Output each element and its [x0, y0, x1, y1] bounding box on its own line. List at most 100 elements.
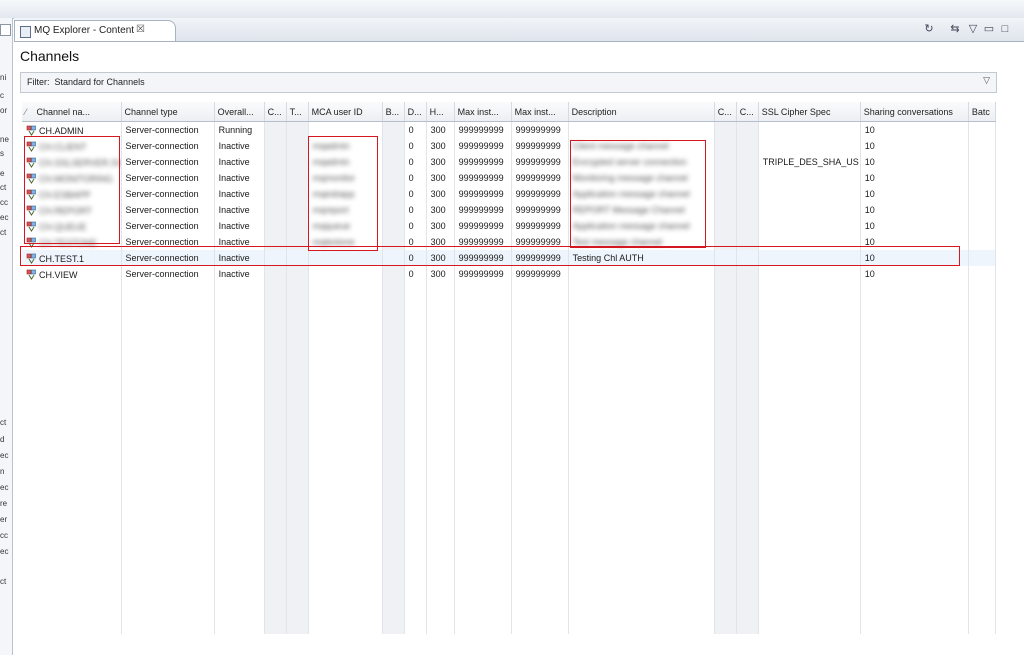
column-header[interactable]: C... — [714, 102, 737, 122]
column-header[interactable]: C... — [736, 102, 759, 122]
cell-empty — [714, 394, 737, 410]
table-row[interactable]: CH.ESBAPP Server-connection Inactive mqesba… — [22, 186, 997, 202]
cell-empty — [121, 330, 215, 346]
cell-empty — [264, 170, 287, 186]
cell-empty — [404, 330, 427, 346]
cell-text: 300 — [430, 253, 446, 263]
cell-empty — [286, 266, 309, 282]
cell-empty — [968, 570, 997, 586]
table-row[interactable]: CH.VIEW Server-connection Inactive 0 300 9999… — [22, 266, 997, 282]
cell-empty — [264, 250, 287, 266]
cell-empty — [22, 554, 122, 570]
cell-empty — [511, 330, 569, 346]
cell-empty — [382, 170, 405, 186]
column-header[interactable]: H... — [426, 102, 455, 122]
column-header[interactable]: SSL Cipher Spec — [758, 102, 861, 122]
cell-empty — [404, 458, 427, 474]
cell-empty — [568, 426, 715, 442]
cell-ssl — [758, 218, 861, 234]
cell-empty — [308, 554, 383, 570]
cell-empty — [121, 378, 215, 394]
cell-empty — [22, 522, 122, 538]
column-header[interactable]: C... — [264, 102, 287, 122]
filter-label: Filter: — [27, 77, 50, 87]
cell-empty — [454, 458, 512, 474]
cell-empty — [714, 186, 737, 202]
table-row[interactable]: CH.TEST.1 Server-connection Inactive 0 300 99… — [22, 250, 997, 266]
cell-empty — [308, 394, 383, 410]
table-row[interactable]: CH.CLIENT Server-connection Inactive mqadmi… — [22, 138, 997, 154]
column-header[interactable]: Channel type — [121, 102, 215, 122]
cell-mca — [308, 121, 383, 138]
cell-empty — [426, 330, 455, 346]
column-header[interactable]: Max inst... — [454, 102, 512, 122]
column-header[interactable]: ⁄ Channel na... — [22, 102, 122, 122]
minimize-icon[interactable]: ▭ — [982, 22, 996, 36]
cell-empty — [308, 330, 383, 346]
column-header[interactable]: B... — [382, 102, 405, 122]
table-row[interactable]: CH.TESTONE Server-connection Inactive mqtes… — [22, 234, 997, 250]
empty-row — [22, 394, 997, 410]
empty-row — [22, 458, 997, 474]
collapse-icon[interactable]: ⇆ — [948, 22, 962, 36]
cell-empty — [860, 538, 969, 554]
filter-bar[interactable]: Filter: Standard for Channels ▽ — [20, 72, 997, 93]
cell-empty — [264, 522, 287, 538]
column-header[interactable]: T... — [286, 102, 309, 122]
empty-row — [22, 570, 997, 586]
column-header[interactable]: D... — [404, 102, 427, 122]
tab-mq-explorer-content[interactable]: MQ Explorer - Content ☒ — [14, 20, 176, 41]
cell-text: 999999999 — [515, 141, 561, 151]
cell-empty — [454, 618, 512, 634]
cell-name: CH.TESTONE — [22, 234, 122, 250]
cell-max1: 999999999 — [454, 202, 512, 218]
cell-empty — [264, 154, 287, 170]
cell-text: Server-connection — [125, 173, 199, 183]
cell-empty — [308, 298, 383, 314]
cell-d: 0 — [404, 202, 427, 218]
cell-max2: 999999999 — [511, 186, 569, 202]
cell-empty — [121, 394, 215, 410]
cell-share: 10 — [860, 170, 969, 186]
view-menu-icon[interactable]: ▽ — [966, 22, 980, 36]
table-row[interactable]: CH.MONITORING Server-connection Inactive mq… — [22, 170, 997, 186]
cell-empty — [968, 330, 997, 346]
column-header[interactable]: Batc — [968, 102, 997, 122]
cell-empty — [968, 506, 997, 522]
cell-empty — [968, 121, 997, 138]
column-header[interactable]: MCA user ID — [308, 102, 383, 122]
column-header[interactable]: Sharing conversations — [860, 102, 969, 122]
left-panel-fragment: e — [0, 169, 5, 178]
cell-text: 300 — [430, 269, 446, 279]
cell-text: 999999999 — [515, 237, 561, 247]
cell-empty — [426, 554, 455, 570]
cell-empty — [736, 442, 759, 458]
cell-empty — [454, 506, 512, 522]
cell-empty — [22, 538, 122, 554]
cell-empty — [758, 442, 861, 458]
table-row[interactable]: CH.SSLSERVER.SVRCONNServer-connection Ina… — [22, 154, 997, 170]
column-header[interactable]: Description — [568, 102, 715, 122]
column-header[interactable]: Max inst... — [511, 102, 569, 122]
left-panel-fragment: ec — [0, 483, 9, 492]
maximize-icon[interactable]: □ — [998, 22, 1012, 36]
table-row[interactable]: CH.ADMIN Server-connection Running 0 300 9999… — [22, 121, 997, 138]
cell-empty — [426, 506, 455, 522]
cell-empty — [511, 586, 569, 602]
table-row[interactable]: CH.QUEUE Server-connection Inactive mqqueue… — [22, 218, 997, 234]
refresh-icon[interactable]: ↻ — [922, 22, 936, 36]
close-icon[interactable]: ☒ — [136, 24, 145, 35]
cell-desc — [568, 121, 715, 138]
chevron-down-icon[interactable]: ▽ — [983, 75, 990, 86]
cell-empty — [214, 538, 265, 554]
cell-empty — [968, 554, 997, 570]
cell-text: 0 — [408, 253, 414, 263]
cell-empty — [714, 538, 737, 554]
cell-empty — [454, 538, 512, 554]
cell-empty — [382, 570, 405, 586]
column-header[interactable]: Overall... — [214, 102, 265, 122]
cell-desc: Monitoring message channel — [568, 170, 715, 186]
cell-empty — [382, 410, 405, 426]
table-row[interactable]: CH.REPORT Server-connection Inactive mqrepo… — [22, 202, 997, 218]
cell-empty — [286, 314, 309, 330]
